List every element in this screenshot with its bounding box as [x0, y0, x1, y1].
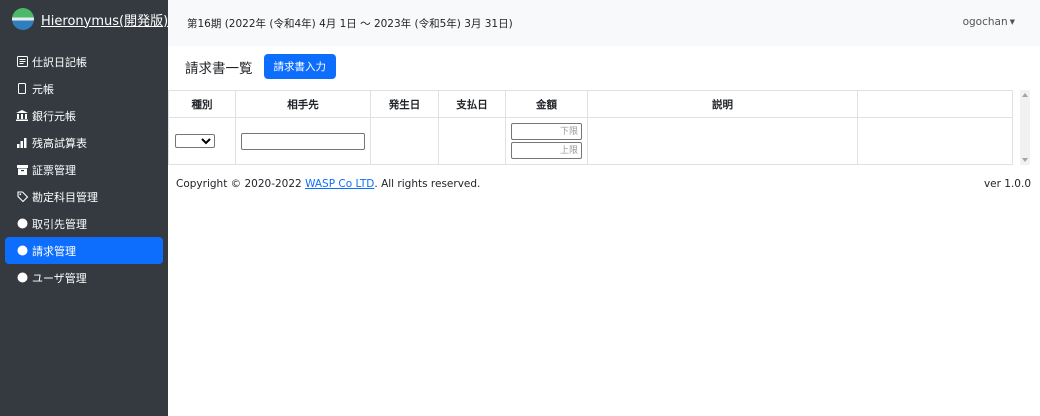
filter-cell-payment-date [438, 117, 506, 165]
scroll-up-icon[interactable] [1022, 93, 1028, 97]
circle-icon [15, 245, 29, 256]
brand-name: Hieronymus(開発版) [41, 13, 169, 29]
topbar: 第16期 (2022年 (令和4年) 4月 1日 〜 2023年 (令和5年) … [168, 0, 1040, 46]
column-header-issue-date[interactable]: 発生日 [370, 90, 439, 118]
sidebar-item-label: 証票管理 [32, 163, 76, 177]
new-invoice-button[interactable]: 請求書入力 [263, 54, 336, 79]
copyright-suffix: . All rights reserved. [374, 178, 481, 190]
logo-icon [12, 8, 34, 30]
caret-down-icon: ▼ [1009, 18, 1015, 26]
column-header-amount[interactable]: 金額 [505, 90, 588, 118]
column-header-partner[interactable]: 相手先 [235, 90, 371, 118]
company-link[interactable]: WASP Co LTD [305, 178, 374, 190]
partner-filter-input[interactable] [241, 132, 365, 150]
fiscal-period: 第16期 (2022年 (令和4年) 4月 1日 〜 2023年 (令和5年) … [187, 18, 513, 30]
sidebar-item-label: 請求管理 [32, 244, 76, 258]
type-filter-select[interactable] [175, 134, 215, 148]
ledger-icon [15, 83, 29, 94]
filter-cell-description [587, 117, 858, 165]
page-header: 請求書一覧 請求書入力 [185, 54, 336, 79]
sidebar-item-label: 銀行元帳 [32, 109, 76, 123]
sidebar-item-ledger[interactable]: 元帳 [5, 75, 163, 102]
sidebar: Hieronymus(開発版) 仕訳日記帳 元帳 銀行元帳 残高試算表 証票管理… [0, 0, 168, 416]
amount-max-input[interactable] [511, 142, 582, 159]
sidebar-item-bank-ledger[interactable]: 銀行元帳 [5, 102, 163, 129]
user-menu[interactable]: ogochan ▼ [963, 16, 1015, 28]
tag-icon [15, 191, 29, 202]
filter-cell-amount [505, 117, 588, 165]
column-header-payment-date[interactable]: 支払日 [438, 90, 506, 118]
sidebar-item-partners[interactable]: 取引先管理 [5, 210, 163, 237]
copyright-prefix: Copyright © 2020-2022 [176, 178, 306, 190]
sidebar-item-accounts[interactable]: 勘定科目管理 [5, 183, 163, 210]
sidebar-item-label: ユーザ管理 [32, 271, 87, 285]
filter-row [168, 117, 1013, 165]
filter-cell-issue-date [370, 117, 439, 165]
sidebar-item-label: 取引先管理 [32, 217, 87, 231]
filter-cell-type [168, 117, 236, 165]
journal-icon [15, 56, 29, 67]
sidebar-item-label: 元帳 [32, 82, 54, 96]
sidebar-item-vouchers[interactable]: 証票管理 [5, 156, 163, 183]
sidebar-item-label: 残高試算表 [32, 136, 87, 150]
column-header-extra [857, 90, 1013, 118]
user-name: ogochan [962, 16, 1008, 28]
filter-cell-extra [857, 117, 1013, 165]
column-header-description[interactable]: 説明 [587, 90, 858, 118]
bank-icon [15, 110, 29, 121]
filter-cell-partner [235, 117, 371, 165]
sidebar-item-label: 仕訳日記帳 [32, 55, 87, 69]
amount-min-input[interactable] [511, 123, 582, 140]
footer-copyright: Copyright © 2020-2022 WASP Co LTD. All r… [176, 178, 480, 190]
sidebar-nav: 仕訳日記帳 元帳 銀行元帳 残高試算表 証票管理 勘定科目管理 取引先管理 請求… [5, 48, 163, 291]
sidebar-item-label: 勘定科目管理 [32, 190, 98, 204]
scroll-down-icon[interactable] [1022, 158, 1028, 162]
invoice-grid: 種別 相手先 発生日 支払日 金額 説明 [168, 90, 1030, 165]
brand-link[interactable]: Hieronymus(開発版) [12, 8, 168, 30]
archive-icon [15, 164, 29, 175]
app-version: ver 1.0.0 [983, 178, 1031, 190]
table-header-row: 種別 相手先 発生日 支払日 金額 説明 [168, 90, 1013, 118]
column-header-type[interactable]: 種別 [168, 90, 236, 118]
bar-chart-icon [15, 137, 29, 148]
vertical-scrollbar[interactable] [1020, 90, 1030, 165]
circle-icon [15, 218, 29, 229]
sidebar-item-journal[interactable]: 仕訳日記帳 [5, 48, 163, 75]
page-title: 請求書一覧 [185, 60, 253, 77]
circle-icon [15, 272, 29, 283]
sidebar-item-users[interactable]: ユーザ管理 [5, 264, 163, 291]
invoice-table: 種別 相手先 発生日 支払日 金額 説明 [168, 90, 1013, 165]
sidebar-item-billing[interactable]: 請求管理 [5, 237, 163, 264]
sidebar-item-trial-balance[interactable]: 残高試算表 [5, 129, 163, 156]
